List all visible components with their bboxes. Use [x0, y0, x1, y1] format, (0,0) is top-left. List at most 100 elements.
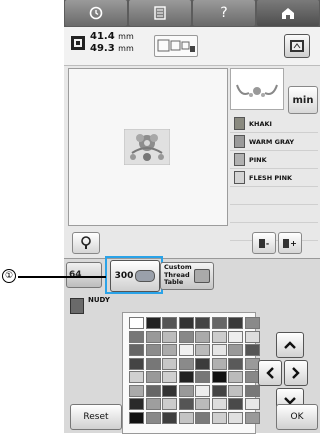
chevron-right-icon [292, 367, 300, 379]
palette-color-cell[interactable] [228, 411, 243, 424]
thread-swatch [234, 117, 245, 130]
thread-item[interactable]: FLESH PINK [230, 169, 318, 187]
scroll-up-button[interactable] [276, 332, 304, 358]
palette-color-cell[interactable] [145, 317, 161, 329]
palette-color-cell[interactable] [195, 398, 210, 410]
tab-custom-thread-table[interactable]: Custom Thread Table [160, 262, 214, 290]
palette-color-cell[interactable] [129, 317, 144, 329]
palette-color-cell[interactable] [145, 398, 161, 410]
home-icon [282, 8, 294, 19]
min-button[interactable]: min [288, 86, 318, 114]
height-value: 49.3 [90, 43, 115, 54]
palette-color-cell[interactable] [228, 344, 243, 356]
reset-button[interactable]: Reset [70, 404, 122, 430]
palette-color-cell[interactable] [244, 398, 260, 410]
palette-color-cell[interactable] [178, 398, 194, 410]
tab-300-colors[interactable]: 300 [110, 260, 160, 292]
custom-table-icon [194, 269, 210, 283]
palette-color-cell[interactable] [129, 330, 144, 343]
thread-name: FLESH PINK [249, 173, 293, 182]
palette-color-cell[interactable] [145, 384, 161, 397]
palette-color-cell[interactable] [244, 384, 260, 397]
palette-color-cell[interactable] [244, 317, 260, 329]
thread-item[interactable]: WARM GRAY [230, 133, 318, 151]
palette-color-cell[interactable] [129, 344, 144, 356]
document-icon [154, 6, 166, 20]
palette-color-cell[interactable] [129, 384, 144, 397]
palette-color-cell[interactable] [178, 357, 194, 370]
scroll-right-button[interactable] [284, 360, 308, 386]
palette-color-cell[interactable] [178, 371, 194, 383]
palette-color-cell[interactable] [178, 330, 194, 343]
machine-view-icon [290, 40, 304, 52]
clock-button[interactable] [65, 0, 127, 26]
palette-color-cell[interactable] [195, 411, 210, 424]
scroll-left-button[interactable] [258, 360, 282, 386]
palette-color-cell[interactable] [211, 371, 227, 383]
palette-color-cell[interactable] [211, 330, 227, 343]
palette-color-cell[interactable] [129, 371, 144, 383]
palette-color-cell[interactable] [211, 384, 227, 397]
palette-color-cell[interactable] [162, 384, 177, 397]
document-button[interactable] [129, 0, 191, 26]
help-button[interactable]: ? [193, 0, 255, 26]
palette-color-cell[interactable] [211, 357, 227, 370]
palette-color-cell[interactable] [162, 344, 177, 356]
ok-button[interactable]: OK [276, 404, 318, 430]
palette-color-cell[interactable] [244, 330, 260, 343]
palette-color-cell[interactable] [145, 357, 161, 370]
palette-color-cell[interactable] [228, 398, 243, 410]
palette-color-cell[interactable] [228, 384, 243, 397]
palette-color-cell[interactable] [145, 371, 161, 383]
palette-color-cell[interactable] [162, 317, 177, 329]
palette-color-cell[interactable] [228, 330, 243, 343]
home-button[interactable] [257, 0, 319, 26]
chevron-up-icon [284, 341, 296, 349]
palette-color-cell[interactable] [145, 411, 161, 424]
machine-view-button[interactable] [284, 34, 310, 58]
select-spool-icon [283, 238, 290, 248]
palette-color-cell[interactable] [162, 398, 177, 410]
palette-color-cell[interactable] [211, 411, 227, 424]
palette-color-cell[interactable] [162, 357, 177, 370]
palette-color-cell[interactable] [244, 344, 260, 356]
palette-color-cell[interactable] [178, 411, 194, 424]
palette-color-cell[interactable] [195, 344, 210, 356]
palette-color-cell[interactable] [129, 411, 144, 424]
palette-color-cell[interactable] [211, 398, 227, 410]
palette-color-cell[interactable] [178, 317, 194, 329]
palette-color-cell[interactable] [195, 357, 210, 370]
palette-color-cell[interactable] [211, 317, 227, 329]
palette-color-cell[interactable] [145, 330, 161, 343]
palette-color-cell[interactable] [211, 344, 227, 356]
tab-300-label: 300 [114, 271, 134, 281]
embroidery-design-preview [124, 129, 170, 165]
palette-color-cell[interactable] [195, 330, 210, 343]
tab-64-label: 64 [69, 270, 82, 280]
palette-color-cell[interactable] [228, 357, 243, 370]
tab-64-colors[interactable]: 64 [66, 262, 102, 288]
palette-color-cell[interactable] [162, 411, 177, 424]
magnify-button[interactable] [72, 232, 100, 254]
thread-item[interactable]: KHAKI [230, 115, 318, 133]
custom-label-line: Table [164, 278, 184, 286]
select-next-button[interactable]: + [278, 232, 302, 254]
color-palette-grid [122, 312, 260, 434]
palette-color-cell[interactable] [162, 371, 177, 383]
palette-color-cell[interactable] [129, 398, 144, 410]
palette-color-cell[interactable] [178, 384, 194, 397]
palette-color-cell[interactable] [129, 357, 144, 370]
palette-color-cell[interactable] [178, 344, 194, 356]
palette-color-cell[interactable] [145, 344, 161, 356]
palette-color-cell[interactable] [162, 330, 177, 343]
palette-color-cell[interactable] [195, 371, 210, 383]
palette-color-cell[interactable] [195, 317, 210, 329]
palette-color-cell[interactable] [244, 411, 260, 424]
thread-item[interactable]: PINK [230, 151, 318, 169]
empty-thread-row [230, 205, 318, 223]
hoop-size-indicator [154, 35, 198, 57]
palette-color-cell[interactable] [228, 371, 243, 383]
palette-color-cell[interactable] [228, 317, 243, 329]
palette-color-cell[interactable] [195, 384, 210, 397]
select-prev-button[interactable]: - [252, 232, 276, 254]
